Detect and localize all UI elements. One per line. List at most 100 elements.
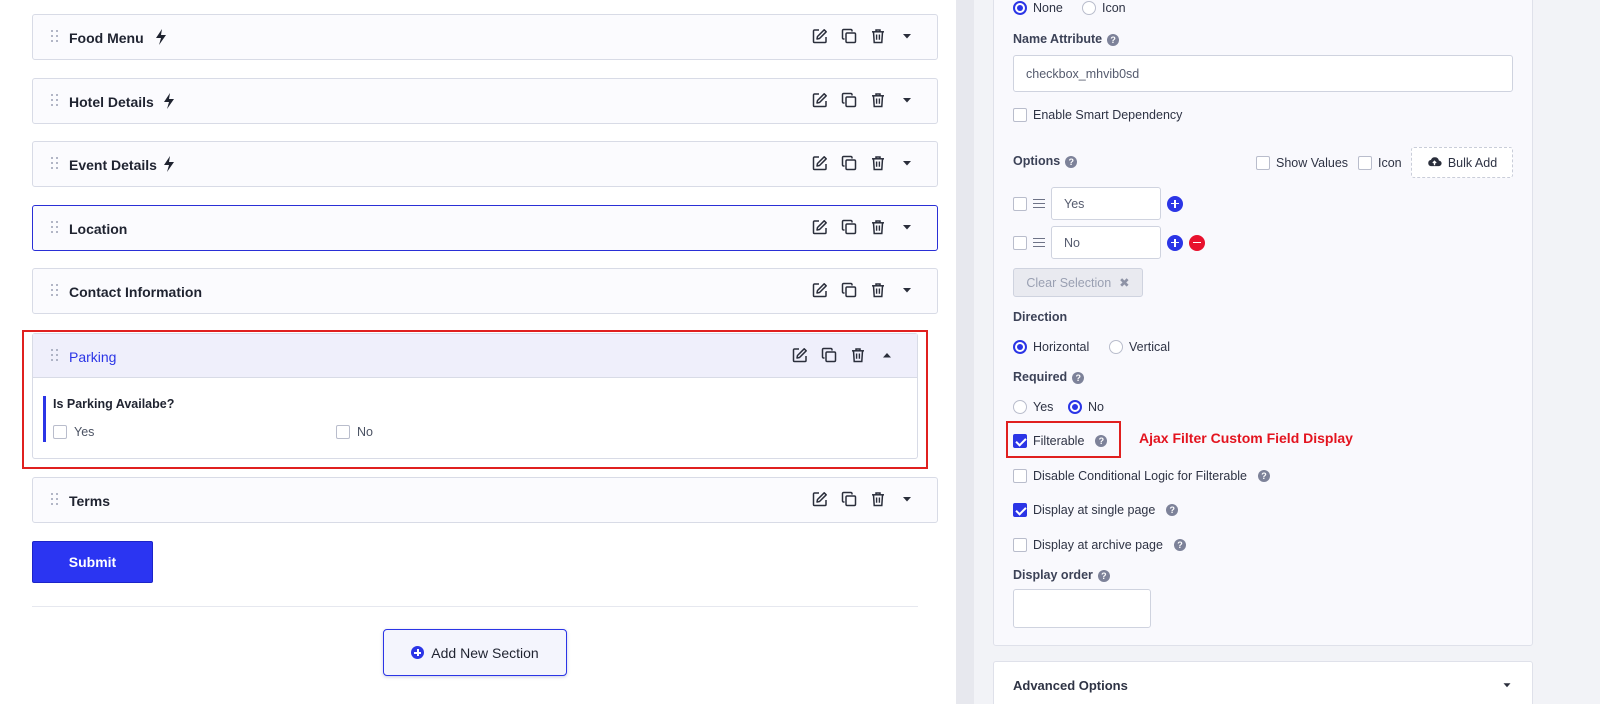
- display-single-page-checkbox[interactable]: Display at single page?: [1013, 503, 1179, 517]
- help-icon[interactable]: ?: [1258, 470, 1271, 482]
- drag-handle-icon[interactable]: [51, 349, 61, 363]
- option-icon-toggle[interactable]: Icon: [1358, 156, 1402, 170]
- checkbox[interactable]: [336, 425, 350, 439]
- drag-handle-icon[interactable]: [1033, 237, 1045, 248]
- section-location[interactable]: Location: [32, 205, 938, 251]
- edit-icon[interactable]: [812, 491, 828, 507]
- help-icon[interactable]: ?: [1065, 155, 1078, 168]
- chevron-down-icon[interactable]: [1500, 678, 1514, 695]
- bolt-icon: [161, 155, 177, 173]
- chevron-down-icon[interactable]: [899, 92, 915, 108]
- section-terms[interactable]: Terms: [32, 477, 938, 523]
- duplicate-icon[interactable]: [841, 491, 857, 507]
- required-yes[interactable]: Yes: [1013, 400, 1053, 414]
- checkbox[interactable]: [1013, 538, 1027, 552]
- section-event-details[interactable]: Event Details: [32, 141, 938, 187]
- radio-label: Horizontal: [1033, 340, 1090, 354]
- option-value-input[interactable]: Yes: [1051, 187, 1161, 220]
- remove-option-icon[interactable]: [1189, 234, 1205, 251]
- duplicate-icon[interactable]: [841, 92, 857, 108]
- trash-icon[interactable]: [870, 155, 886, 171]
- trash-icon[interactable]: [870, 282, 886, 298]
- icon-type-none[interactable]: None: [1013, 1, 1063, 15]
- parking-option-yes[interactable]: Yes: [53, 425, 94, 439]
- enable-smart-dependency[interactable]: Enable Smart Dependency: [1013, 108, 1182, 122]
- trash-icon[interactable]: [870, 491, 886, 507]
- direction-horizontal[interactable]: Horizontal: [1013, 340, 1089, 354]
- clear-selection-button[interactable]: Clear Selection ✖: [1013, 268, 1143, 297]
- radio[interactable]: [1013, 400, 1027, 414]
- submit-button[interactable]: Submit: [32, 541, 153, 583]
- trash-icon[interactable]: [870, 28, 886, 44]
- display-order-label: Display order?: [1013, 568, 1110, 582]
- duplicate-icon[interactable]: [841, 219, 857, 235]
- help-icon[interactable]: ?: [1107, 33, 1120, 46]
- bulk-add-button[interactable]: Bulk Add: [1411, 147, 1513, 178]
- drag-handle-icon[interactable]: [1033, 198, 1045, 209]
- add-new-section-button[interactable]: Add New Section: [383, 629, 567, 676]
- duplicate-icon[interactable]: [841, 282, 857, 298]
- chevron-down-icon[interactable]: [899, 155, 915, 171]
- checkbox[interactable]: [1358, 156, 1372, 170]
- checkbox[interactable]: [1013, 108, 1027, 122]
- trash-icon[interactable]: [870, 219, 886, 235]
- section-hotel-details[interactable]: Hotel Details: [32, 78, 938, 124]
- chevron-down-icon[interactable]: [899, 219, 915, 235]
- edit-icon[interactable]: [812, 282, 828, 298]
- option-default-checkbox[interactable]: [1013, 196, 1027, 211]
- help-icon[interactable]: ?: [1166, 504, 1179, 516]
- add-option-icon[interactable]: [1167, 195, 1183, 212]
- display-archive-page-checkbox[interactable]: Display at archive page?: [1013, 538, 1186, 552]
- edit-icon[interactable]: [792, 347, 808, 363]
- radio[interactable]: [1013, 340, 1027, 354]
- drag-handle-icon[interactable]: [51, 157, 61, 171]
- drag-handle-icon[interactable]: [51, 284, 61, 298]
- display-order-input[interactable]: [1013, 589, 1151, 628]
- option-value-input[interactable]: No: [1051, 226, 1161, 259]
- checkbox[interactable]: [1256, 156, 1270, 170]
- duplicate-icon[interactable]: [821, 347, 837, 363]
- section-parking-header[interactable]: Parking: [33, 334, 917, 378]
- add-option-icon[interactable]: [1167, 234, 1183, 251]
- checkbox[interactable]: [53, 425, 67, 439]
- section-parking[interactable]: Parking Is Parking Availabe? Yes No: [32, 333, 918, 459]
- checkbox[interactable]: [1013, 503, 1027, 517]
- checkbox[interactable]: [1013, 469, 1027, 483]
- help-icon[interactable]: ?: [1072, 371, 1085, 384]
- section-title: Terms: [69, 493, 110, 509]
- help-icon[interactable]: ?: [1173, 539, 1186, 551]
- name-attribute-input[interactable]: checkbox_mhvib0sd: [1013, 55, 1513, 92]
- disable-conditional-logic-checkbox[interactable]: Disable Conditional Logic for Filterable…: [1013, 469, 1271, 483]
- drag-handle-icon[interactable]: [51, 94, 61, 108]
- duplicate-icon[interactable]: [841, 155, 857, 171]
- section-contact-information[interactable]: Contact Information: [32, 268, 938, 314]
- required-no[interactable]: No: [1068, 400, 1104, 414]
- edit-icon[interactable]: [812, 28, 828, 44]
- chevron-down-icon[interactable]: [899, 28, 915, 44]
- edit-icon[interactable]: [812, 155, 828, 171]
- radio[interactable]: [1068, 400, 1082, 414]
- trash-icon[interactable]: [850, 347, 866, 363]
- input-value: checkbox_mhvib0sd: [1026, 66, 1140, 81]
- option-default-checkbox[interactable]: [1013, 235, 1027, 250]
- show-values-toggle[interactable]: Show Values: [1256, 156, 1348, 170]
- drag-handle-icon[interactable]: [51, 221, 61, 235]
- advanced-options-panel[interactable]: Advanced Options: [993, 661, 1533, 704]
- radio[interactable]: [1082, 1, 1096, 15]
- chevron-down-icon[interactable]: [899, 282, 915, 298]
- radio[interactable]: [1013, 1, 1027, 15]
- parking-option-no[interactable]: No: [336, 425, 373, 439]
- duplicate-icon[interactable]: [841, 28, 857, 44]
- chevron-down-icon[interactable]: [899, 491, 915, 507]
- icon-type-icon[interactable]: Icon: [1082, 1, 1126, 15]
- direction-vertical[interactable]: Vertical: [1109, 340, 1170, 354]
- edit-icon[interactable]: [812, 92, 828, 108]
- edit-icon[interactable]: [812, 219, 828, 235]
- drag-handle-icon[interactable]: [51, 30, 61, 44]
- help-icon[interactable]: ?: [1097, 569, 1110, 582]
- radio[interactable]: [1109, 340, 1123, 354]
- trash-icon[interactable]: [870, 92, 886, 108]
- drag-handle-icon[interactable]: [51, 493, 61, 507]
- chevron-up-icon[interactable]: [879, 347, 895, 363]
- section-food-menu[interactable]: Food Menu: [32, 14, 938, 60]
